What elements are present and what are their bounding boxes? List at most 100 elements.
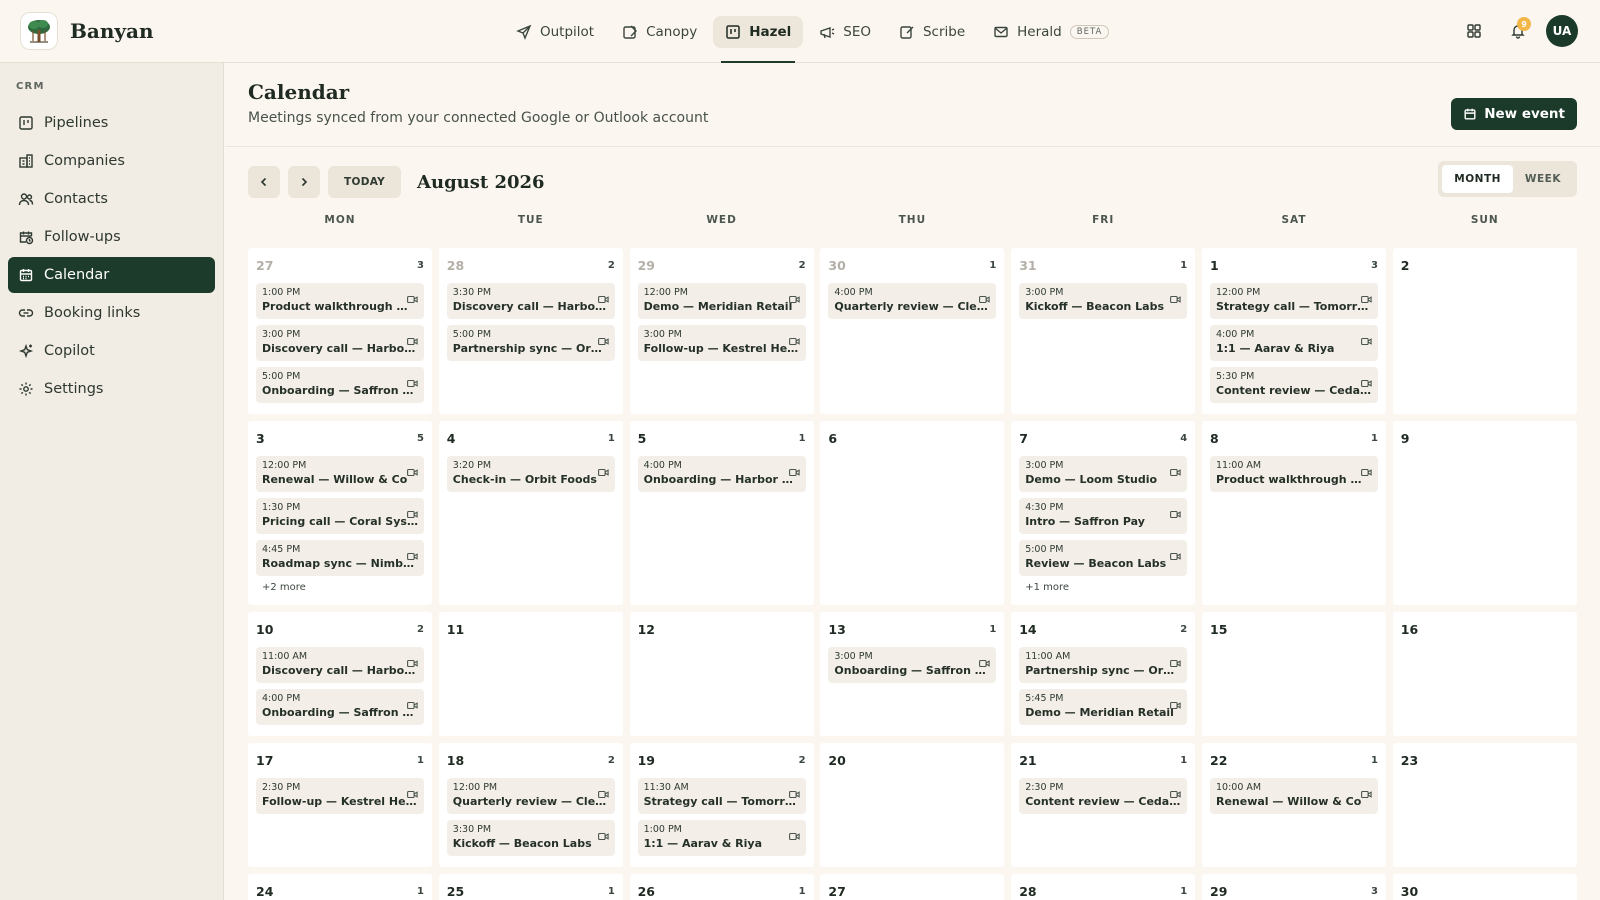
day-cell[interactable]: 25 1 <box>438 874 623 900</box>
event-chip[interactable]: 4:00 PM Quarterly review — Clearwater <box>828 283 997 319</box>
day-cell[interactable]: 7 4 3:00 PM Demo — Loom Studio 4:30 PM Intro … <box>1011 421 1196 605</box>
sidebar-item-follow-ups[interactable]: Follow-ups <box>8 219 215 255</box>
event-chip[interactable]: 12:00 PM Demo — Meridian Retail <box>637 283 806 319</box>
view-month-button[interactable]: MONTH <box>1442 165 1513 193</box>
event-chip[interactable]: 11:30 AM Strategy call — Tomorrow Foods <box>637 778 806 814</box>
event-chip[interactable]: 4:30 PM Intro — Saffron Pay <box>1019 498 1188 534</box>
day-cell[interactable]: 15 <box>1202 612 1386 736</box>
event-chip[interactable]: 1:30 PM Pricing call — Coral Systems <box>256 498 424 534</box>
event-chip[interactable]: 4:00 PM 1:1 — Aarav & Riya <box>1210 325 1378 361</box>
event-chip[interactable]: 11:00 AM Discovery call — Harbor & Co <box>256 647 424 683</box>
day-cell[interactable]: 24 1 <box>248 874 432 900</box>
tab-seo[interactable]: SEO <box>807 16 883 48</box>
day-cell[interactable]: 16 <box>1392 612 1577 736</box>
event-chip[interactable]: 4:00 PM Onboarding — Saffron Pay <box>256 689 424 725</box>
event-title: 1:1 — Aarav & Riya <box>643 837 762 850</box>
day-cell[interactable]: 30 1 4:00 PM Quarterly review — Clearwater <box>820 248 1005 414</box>
event-list: 3:00 PM Demo — Loom Studio 4:30 PM Intro — … <box>1019 456 1188 593</box>
sidebar-item-pipelines[interactable]: Pipelines <box>8 105 215 141</box>
day-cell[interactable]: 27 3 1:00 PM Product walkthrough — Nimbus L… <box>248 248 432 414</box>
sidebar-item-companies[interactable]: Companies <box>8 143 215 179</box>
event-chip[interactable]: 2:30 PM Follow-up — Kestrel Health <box>256 778 424 814</box>
event-chip[interactable]: 4:45 PM Roadmap sync — Nimbus Labs <box>256 540 424 576</box>
day-cell[interactable]: 29 2 12:00 PM Demo — Meridian Retail 3:00 PM… <box>629 248 814 414</box>
view-week-button[interactable]: WEEK <box>1513 165 1573 193</box>
event-chip[interactable]: 5:00 PM Review — Beacon Labs <box>1019 540 1188 576</box>
video-camera-icon <box>407 373 418 392</box>
more-events-link[interactable]: +2 more <box>256 582 424 593</box>
event-chip[interactable]: 12:00 PM Strategy call — Tomorrow Foods <box>1210 283 1378 319</box>
event-chip[interactable]: 3:00 PM Demo — Loom Studio <box>1019 456 1188 492</box>
day-cell[interactable]: 17 1 2:30 PM Follow-up — Kestrel Health <box>248 743 432 867</box>
avatar[interactable]: UA <box>1546 15 1578 47</box>
tab-outpilot[interactable]: Outpilot <box>504 16 606 48</box>
event-chip[interactable]: 5:30 PM Content review — Cedar Labs <box>1210 367 1378 403</box>
event-list: 12:00 PM Renewal — Willow & Co 1:30 PM Pric… <box>256 456 424 593</box>
previous-month-button[interactable] <box>248 166 280 198</box>
event-chip[interactable]: 12:00 PM Renewal — Willow & Co <box>256 456 424 492</box>
day-cell[interactable]: 2 <box>1392 248 1577 414</box>
day-cell[interactable]: 31 1 3:00 PM Kickoff — Beacon Labs <box>1011 248 1196 414</box>
next-month-button[interactable] <box>288 166 320 198</box>
event-chip[interactable]: 5:00 PM Partnership sync — Orbit Foods <box>446 325 615 361</box>
notifications-button[interactable]: 9 <box>1502 15 1534 47</box>
day-cell[interactable]: 28 1 <box>1011 874 1196 900</box>
day-cell[interactable]: 3 5 12:00 PM Renewal — Willow & Co 1:30 PM Pr… <box>248 421 432 605</box>
day-cell[interactable]: 4 1 3:20 PM Check-in — Orbit Foods <box>438 421 623 605</box>
day-cell[interactable]: 10 2 11:00 AM Discovery call — Harbor & Co 4… <box>248 612 432 736</box>
sidebar-item-copilot[interactable]: Copilot <box>8 333 215 369</box>
day-cell[interactable]: 12 <box>629 612 814 736</box>
day-cell[interactable]: 22 1 10:00 AM Renewal — Willow & Co <box>1202 743 1386 867</box>
day-cell[interactable]: 26 1 <box>629 874 814 900</box>
apps-grid-button[interactable] <box>1458 15 1490 47</box>
event-chip[interactable]: 3:00 PM Discovery call — Harbor & Co <box>256 325 424 361</box>
event-chip[interactable]: 1:00 PM Product walkthrough — Nimbus Labs <box>256 283 424 319</box>
day-cell[interactable]: 14 2 11:00 AM Partnership sync — Orbit Food… <box>1011 612 1196 736</box>
day-cell[interactable]: 5 1 4:00 PM Onboarding — Harbor & Co <box>629 421 814 605</box>
event-chip[interactable]: 5:00 PM Onboarding — Saffron Pay <box>256 367 424 403</box>
more-events-link[interactable]: +1 more <box>1019 582 1187 593</box>
event-chip[interactable]: 12:00 PM Quarterly review — Clearwater <box>446 778 615 814</box>
sidebar-item-settings[interactable]: Settings <box>8 371 215 407</box>
tab-hazel[interactable]: Hazel <box>713 16 804 63</box>
day-cell[interactable]: 13 1 3:00 PM Onboarding — Saffron Pay <box>820 612 1005 736</box>
event-chip[interactable]: 1:00 PM 1:1 — Aarav & Riya <box>637 820 806 856</box>
event-chip[interactable]: 5:45 PM Demo — Meridian Retail <box>1019 689 1188 725</box>
day-cell[interactable]: 11 <box>438 612 623 736</box>
event-chip[interactable]: 3:30 PM Discovery call — Harbor & Co <box>446 283 615 319</box>
calendar-icon <box>19 269 33 282</box>
day-cell[interactable]: 18 2 12:00 PM Quarterly review — Clearwater… <box>438 743 623 867</box>
today-button[interactable]: TODAY <box>328 166 402 198</box>
event-chip[interactable]: 2:30 PM Content review — Cedar Labs <box>1019 778 1188 814</box>
day-cell[interactable]: 30 <box>1392 874 1577 900</box>
day-cell[interactable]: 20 <box>820 743 1005 867</box>
event-chip[interactable]: 3:00 PM Kickoff — Beacon Labs <box>1019 283 1188 319</box>
day-cell[interactable]: 29 3 <box>1202 874 1386 900</box>
day-cell[interactable]: 6 <box>820 421 1005 605</box>
day-cell[interactable]: 28 2 3:30 PM Discovery call — Harbor & Co 5:… <box>438 248 623 414</box>
event-chip[interactable]: 11:00 AM Product walkthrough — Nimbus Lab… <box>1210 456 1378 492</box>
event-chip[interactable]: 3:30 PM Kickoff — Beacon Labs <box>446 820 615 856</box>
tab-canopy[interactable]: Canopy <box>610 16 709 48</box>
day-cell[interactable]: 8 1 11:00 AM Product walkthrough — Nimbus L… <box>1202 421 1386 605</box>
event-title: Partnership sync — Orbit Foods <box>452 342 609 355</box>
tab-scribe[interactable]: Scribe <box>887 16 977 48</box>
brand[interactable]: Banyan <box>20 12 154 50</box>
event-chip[interactable]: 3:00 PM Onboarding — Saffron Pay <box>828 647 997 683</box>
event-chip[interactable]: 4:00 PM Onboarding — Harbor & Co <box>637 456 806 492</box>
day-cell[interactable]: 21 1 2:30 PM Content review — Cedar Labs <box>1011 743 1196 867</box>
tab-herald[interactable]: Herald BETA <box>981 16 1121 48</box>
sidebar-item-booking-links[interactable]: Booking links <box>8 295 215 331</box>
event-chip[interactable]: 3:00 PM Follow-up — Kestrel Health <box>637 325 806 361</box>
event-chip[interactable]: 3:20 PM Check-in — Orbit Foods <box>446 456 615 492</box>
day-cell[interactable]: 9 <box>1392 421 1577 605</box>
new-event-button[interactable]: New event <box>1451 98 1577 130</box>
day-cell[interactable]: 23 <box>1392 743 1577 867</box>
day-cell[interactable]: 1 3 12:00 PM Strategy call — Tomorrow Foods… <box>1202 248 1386 414</box>
sidebar-item-contacts[interactable]: Contacts <box>8 181 215 217</box>
event-chip[interactable]: 10:00 AM Renewal — Willow & Co <box>1210 778 1378 814</box>
event-chip[interactable]: 11:00 AM Partnership sync — Orbit Foods <box>1019 647 1188 683</box>
sidebar-item-calendar[interactable]: Calendar <box>8 257 215 293</box>
day-cell[interactable]: 27 <box>820 874 1005 900</box>
day-cell[interactable]: 19 2 11:30 AM Strategy call — Tomorrow Food… <box>629 743 814 867</box>
